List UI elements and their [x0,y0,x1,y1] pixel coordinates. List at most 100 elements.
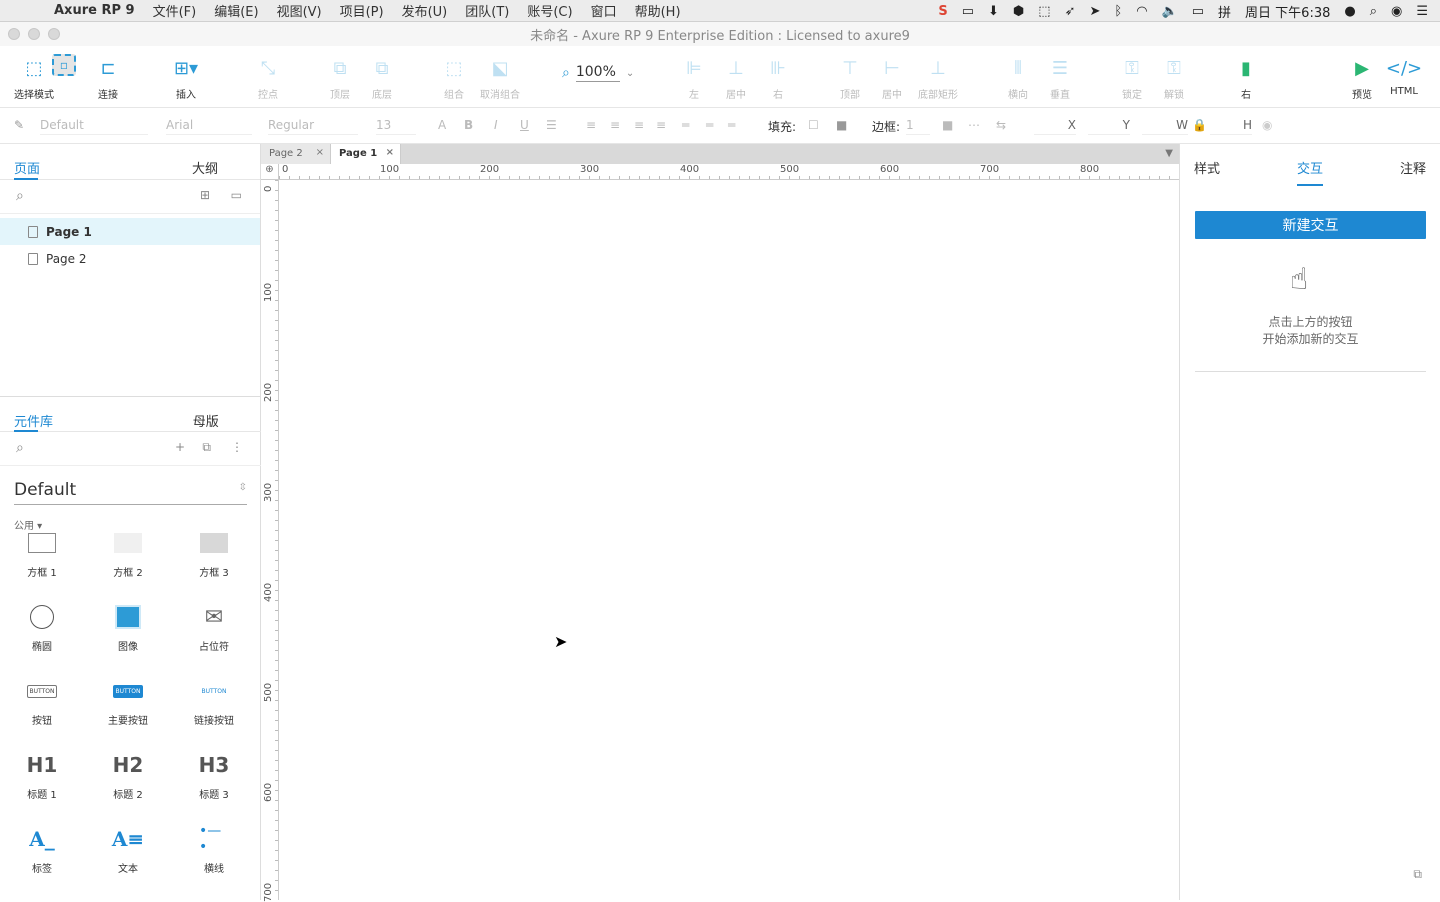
border-style-icon[interactable]: ⋯ [968,118,980,132]
html-publish-button[interactable]: </> HTML [1386,54,1422,98]
bold-icon[interactable]: B [464,118,473,132]
zoom-window-button[interactable] [48,28,60,40]
text-justify-icon[interactable]: ≡ [656,118,666,132]
zoom-control[interactable]: ⌕ 100% ⌄ [562,64,634,82]
align-center-button[interactable]: ⊥ 居中 [722,54,750,102]
battery-icon[interactable]: ▭ [1192,4,1204,19]
add-folder-icon[interactable]: ▭ [231,188,242,202]
user-icon[interactable]: ● [1344,4,1355,19]
ungroup-button[interactable]: ⬕ 取消组合 [480,54,520,102]
tab-interactions[interactable]: 交互 [1296,158,1324,186]
lock-button[interactable]: ⚿ 锁定 [1118,54,1146,102]
h-input[interactable]: H [1210,118,1252,135]
send-icon[interactable]: ➶ [1065,4,1076,19]
close-window-button[interactable] [8,28,20,40]
fill-color-swatch[interactable]: ☐ [808,118,819,132]
widget-label[interactable]: A_ 标签 [7,827,77,875]
widget-button[interactable]: BUTTON 按钮 [7,680,77,727]
widget-box1[interactable]: 方框 1 [7,532,77,579]
menu-publish[interactable]: 发布(U) [402,1,448,20]
hex-icon[interactable]: ⬢ [1013,4,1024,19]
text-align-right-icon[interactable]: ≡ [634,118,644,132]
menu-help[interactable]: 帮助(H) [635,1,681,20]
select-mode-button[interactable]: ⬚ 选择模式 [14,54,54,102]
connect-button[interactable]: ⊏ 连接 [94,54,122,102]
font-color-icon[interactable]: A [438,118,446,132]
right-panel-toggle-button[interactable]: ▮ 右 [1232,54,1260,102]
menu-team[interactable]: 团队(T) [465,1,509,20]
widget-image[interactable]: 图像 [93,605,163,653]
widget-box2[interactable]: 方框 2 [93,532,163,579]
add-page-icon[interactable]: ⊞ [200,188,210,202]
app-menu[interactable]: Axure RP 9 [54,3,135,18]
align-left-button[interactable]: ⊫ 左 [680,54,708,102]
x-input[interactable]: X [1034,118,1076,135]
underline-icon[interactable]: U [520,118,529,132]
valign-top-icon[interactable]: ═ [682,118,689,132]
tab-library[interactable]: 元件库 [0,397,131,432]
category-toggle[interactable]: 公用 ▾ [14,517,247,532]
group-button[interactable]: ⬚ 组合 [440,54,468,102]
align-top-button[interactable]: ⊤ 顶部 [836,54,864,102]
widget-placeholder[interactable]: ✉ 占位符 [179,605,249,654]
tab-masters[interactable]: 母版 [131,397,262,431]
widget-heading3[interactable]: H3 标题 3 [179,753,249,801]
menu-edit[interactable]: 编辑(E) [214,1,258,20]
bring-top-button[interactable]: ⧉ 顶层 [326,54,354,102]
menu-file[interactable]: 文件(F) [153,1,197,20]
ruler-origin-icon[interactable]: ⊕ [261,164,279,180]
menu-project[interactable]: 项目(P) [340,1,384,20]
select-intersect-button[interactable]: ▫ [52,54,76,80]
tab-notes[interactable]: 注释 [1400,158,1426,180]
style-select[interactable]: Default [40,118,148,135]
points-button[interactable]: ⤡ 控点 [254,54,282,102]
align-bottom-button[interactable]: ⊥ 底部矩形 [918,54,958,102]
tab-style[interactable]: 样式 [1194,158,1220,180]
new-interaction-button[interactable]: 新建交互 [1195,211,1426,239]
widget-text[interactable]: A≡ 文本 [93,827,163,875]
bluetooth-icon[interactable]: ᛒ [1114,4,1122,19]
s-app-icon[interactable]: S [938,4,947,19]
search-icon[interactable]: ⌕ [16,440,24,456]
library-select[interactable]: Default ⇳ [14,480,247,505]
border-width-input[interactable]: 1 [906,118,930,135]
zoom-value[interactable]: 100% [575,64,620,82]
arrow-style-icon[interactable]: ⇆ [996,118,1006,132]
menu-window[interactable]: 窗口 [591,1,617,20]
siri-icon[interactable]: ◉ [1391,4,1402,19]
screenshot-icon[interactable]: ⬚ [1038,4,1050,19]
location-icon[interactable]: ➤ [1089,4,1100,19]
widget-heading1[interactable]: H1 标题 1 [7,753,77,801]
y-input[interactable]: Y [1088,118,1130,135]
vertical-ruler[interactable]: 0 100 200 300 400 500 600 700 [261,180,279,902]
tab-outline[interactable]: 大纲 [130,144,260,179]
italic-icon[interactable]: I [494,118,498,132]
more-options-icon[interactable]: ⋮ [231,440,243,454]
font-select[interactable]: Arial [166,118,252,135]
distribute-vertical-button[interactable]: ☰ 垂直 [1046,54,1074,102]
tab-pages[interactable]: 页面 [0,144,130,180]
font-weight-select[interactable]: Regular [268,118,358,135]
tab-page-2[interactable]: Page 2 × [261,144,331,164]
design-canvas[interactable] [280,181,1179,900]
library-copy-icon[interactable]: ⧉ [202,440,211,455]
widget-primary-button[interactable]: BUTTON 主要按钮 [93,680,163,727]
w-input[interactable]: W [1142,118,1188,135]
search-icon[interactable]: ⌕ [16,188,24,204]
clock[interactable]: 周日 下午6:38 [1245,2,1330,21]
notification-icon[interactable]: ☰ [1416,4,1428,19]
visibility-icon[interactable]: ◉ [1262,118,1272,132]
menu-view[interactable]: 视图(V) [277,1,322,20]
tabs-dropdown-icon[interactable]: ▼ [1165,148,1173,159]
font-size-select[interactable]: 13 [376,118,416,135]
unlock-button[interactable]: ⚿ 解锁 [1160,54,1188,102]
valign-middle-icon[interactable]: ═ [706,118,713,132]
page-list-item[interactable]: Page 2 [0,245,260,272]
align-right-button[interactable]: ⊪ 右 [764,54,792,102]
distribute-horizontal-button[interactable]: ⫴ 横向 [1004,54,1032,102]
send-bottom-button[interactable]: ⧉ 底层 [368,54,396,102]
spotlight-icon[interactable]: ⌕ [1370,4,1377,19]
list-icon[interactable]: ☰ [546,118,557,132]
volume-icon[interactable]: 🔈 [1162,4,1178,19]
border-color-swatch[interactable]: ■ [942,118,953,132]
